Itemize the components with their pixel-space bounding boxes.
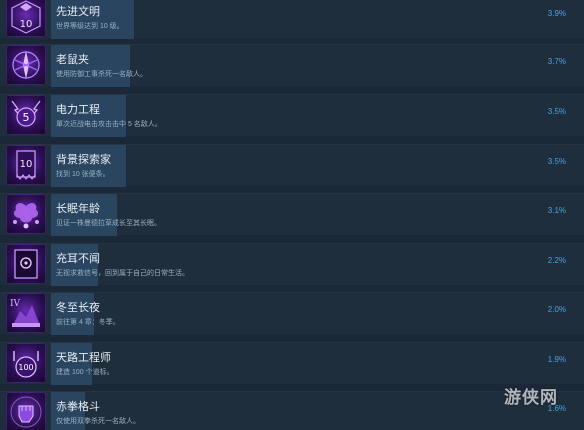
achievement-row[interactable]: 赤拳格斗 仅使用双拳杀死一名敌人。 1.6% [0,391,584,430]
achievement-title: 冬至长夜 [56,302,100,314]
achievement-list-page: 10 先进文明 世界等级达到 10 级。 3.9% 老鼠夹 使用防御工事杀死一名… [0,0,584,430]
achievement-description: 單次近战电击攻击击中 5 名敌人。 [56,121,162,128]
achievement-row[interactable]: 5 电力工程 單次近战电击攻击击中 5 名敌人。 3.5% [0,94,584,137]
achievement-percent: 3.5% [547,107,566,116]
achievement-percent: 1.9% [547,355,566,364]
achievement-title: 电力工程 [56,104,100,116]
achievement-percent: 3.9% [547,9,566,18]
achievement-description: 使用防御工事杀死一名敌人。 [56,71,147,78]
achievement-title: 老鼠夹 [56,54,89,66]
level-10-icon: 10 [6,0,46,37]
achievement-description: 建造 100 个道标。 [56,369,114,376]
achievement-row[interactable]: 老鼠夹 使用防御工事杀死一名敌人。 3.7% [0,44,584,87]
chapter-4-icon: IV [6,293,46,333]
lightning-5-icon: 5 [6,95,46,135]
achievement-row[interactable]: 充耳不闻 无视求救信号，回到属于自己的日常生活。 2.2% [0,243,584,286]
achievement-title: 先进文明 [56,6,100,18]
mandrake-icon [6,194,46,234]
achievement-title: 充耳不闻 [56,253,100,265]
achievement-title: 背景探索家 [56,154,111,166]
achievement-percent: 3.7% [547,57,566,66]
achievement-description: 世界等级达到 10 级。 [56,23,124,30]
achievement-percent: 3.5% [547,157,566,166]
achievement-row[interactable]: 长眠年龄 见证一株曼德拉草成长至其长眠。 3.1% [0,193,584,236]
achievement-row[interactable]: 10 先进文明 世界等级达到 10 级。 3.9% [0,0,584,39]
icon-label: 100 [18,363,33,372]
trap-icon [6,45,46,85]
achievement-percent: 2.0% [547,305,566,314]
skyroad-100-icon: 100 [6,343,46,383]
achievement-description: 无视求救信号，回到属于自己的日常生活。 [56,270,189,277]
icon-label: 5 [23,111,30,124]
achievement-percent: 3.1% [547,206,566,215]
achievement-percent: 2.2% [547,256,566,265]
achievement-description: 前往第 4 章：冬季。 [56,319,120,326]
achievement-row[interactable]: 100 天路工程师 建造 100 个道标。 1.9% [0,342,584,385]
icon-label: 10 [20,159,33,170]
achievement-row[interactable]: IV 冬至长夜 前往第 4 章：冬季。 2.0% [0,292,584,335]
icon-label: IV [10,299,21,309]
achievement-description: 见证一株曼德拉草成长至其长眠。 [56,220,161,227]
achievement-row[interactable]: 10 背景探索家 找到 10 张便条。 3.5% [0,144,584,187]
watermark-logo: 游侠网 [504,388,558,408]
achievement-description: 仅使用双拳杀死一名敌人。 [56,418,140,425]
fist-icon [6,392,46,430]
achievement-title: 赤拳格斗 [56,401,100,413]
achievement-description: 找到 10 张便条。 [56,171,110,178]
achievement-title: 长眠年龄 [56,203,100,215]
signal-doorway-icon [6,244,46,284]
achievement-title: 天路工程师 [56,352,111,364]
icon-label: 10 [20,19,33,30]
notes-10-icon: 10 [6,145,46,185]
